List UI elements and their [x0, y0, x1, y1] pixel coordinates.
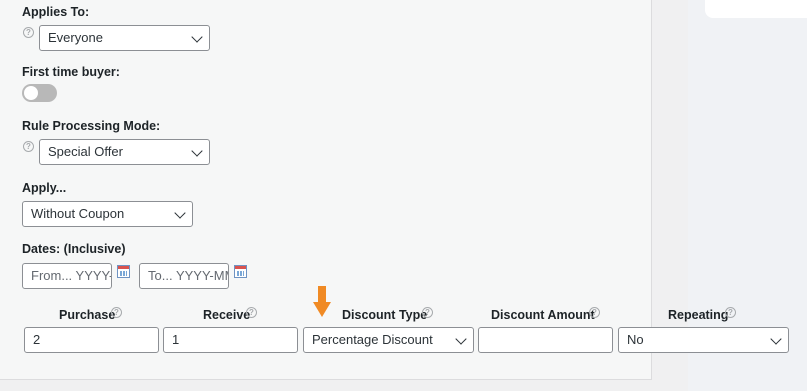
dates-label: Dates: (Inclusive) — [22, 242, 126, 256]
discount-amount-input[interactable] — [478, 327, 613, 353]
applies-to-value: Everyone — [48, 30, 103, 45]
chevron-down-icon — [191, 145, 203, 157]
purchase-input[interactable]: 2 — [24, 327, 159, 353]
apply-select[interactable]: Without Coupon — [22, 201, 193, 227]
apply-label: Apply... — [22, 181, 67, 195]
help-icon[interactable]: ? — [111, 307, 122, 318]
orange-arrow-indicator — [313, 286, 331, 320]
help-icon[interactable]: ? — [422, 307, 433, 318]
date-from-placeholder: From... YYYY- — [31, 268, 112, 283]
rule-processing-mode-label: Rule Processing Mode: — [22, 119, 161, 133]
discount-type-header: Discount Type — [342, 308, 428, 322]
rule-settings-panel — [0, 0, 652, 380]
calendar-icon[interactable] — [234, 265, 247, 278]
chevron-down-icon — [770, 333, 782, 345]
right-sidebar-card — [705, 0, 807, 18]
receive-input[interactable]: 1 — [163, 327, 298, 353]
applies-to-select[interactable]: Everyone — [39, 25, 210, 51]
toggle-knob — [24, 86, 38, 100]
help-icon[interactable]: ? — [23, 141, 34, 152]
calendar-icon[interactable] — [117, 265, 130, 278]
repeating-select[interactable]: No — [618, 327, 789, 353]
purchase-header: Purchase — [59, 308, 116, 322]
rule-processing-mode-value: Special Offer — [48, 144, 123, 159]
help-icon[interactable]: ? — [23, 27, 34, 38]
rule-processing-mode-select[interactable]: Special Offer — [39, 139, 210, 165]
apply-value: Without Coupon — [31, 206, 125, 221]
help-icon[interactable]: ? — [589, 307, 600, 318]
applies-to-label: Applies To: — [22, 5, 90, 19]
help-icon[interactable]: ? — [725, 307, 736, 318]
date-to-input[interactable]: To... YYYY-MM — [139, 263, 229, 289]
chevron-down-icon — [174, 207, 186, 219]
date-from-input[interactable]: From... YYYY- — [22, 263, 112, 289]
receive-header: Receive — [203, 308, 251, 322]
chevron-down-icon — [191, 31, 203, 43]
date-to-placeholder: To... YYYY-MM — [148, 268, 229, 283]
discount-type-select[interactable]: Percentage Discount — [303, 327, 474, 353]
discount-amount-header: Discount Amount — [491, 308, 595, 322]
repeating-header: Repeating — [668, 308, 729, 322]
help-icon[interactable]: ? — [246, 307, 257, 318]
chevron-down-icon — [455, 333, 467, 345]
first-time-buyer-label: First time buyer: — [22, 65, 120, 79]
first-time-buyer-toggle[interactable] — [22, 84, 57, 102]
